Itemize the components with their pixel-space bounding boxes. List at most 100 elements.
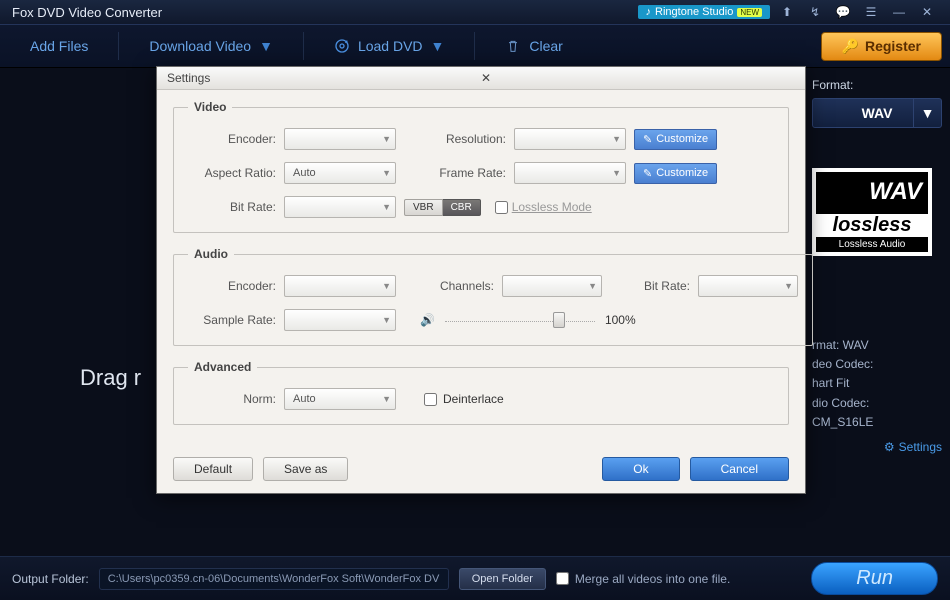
wav-card-top: WAV (816, 172, 928, 212)
norm-combo[interactable]: Auto▼ (284, 388, 396, 410)
norm-label: Norm: (188, 392, 276, 406)
output-format-value: WAV (862, 105, 893, 121)
dialog-title: Settings (167, 71, 477, 85)
separator (474, 32, 475, 60)
video-group: Video Encoder: ▼ Resolution: ▼ ✎ Customi… (173, 100, 789, 233)
disc-icon (334, 38, 350, 54)
video-encoder-label: Encoder: (188, 132, 276, 146)
audio-encoder-combo[interactable]: ▼ (284, 275, 396, 297)
channels-combo[interactable]: ▼ (502, 275, 602, 297)
sample-rate-combo[interactable]: ▼ (284, 309, 396, 331)
resolution-combo[interactable]: ▼ (514, 128, 626, 150)
ok-button[interactable]: Ok (602, 457, 679, 481)
add-files-button[interactable]: Add Files (8, 32, 110, 60)
volume-slider[interactable] (445, 318, 595, 322)
output-format-label: Format: (812, 78, 942, 92)
download-video-label: Download Video (149, 38, 251, 54)
chevron-down-icon: ▼ (382, 168, 391, 178)
output-format-select[interactable]: WAV ▼ (812, 98, 942, 128)
minimize-button[interactable]: — (888, 3, 910, 21)
settings-dialog: Settings ✕ Video Encoder: ▼ Resolution: … (156, 66, 806, 494)
lossless-mode-checkbox[interactable] (495, 201, 508, 214)
music-note-icon: ♪ (646, 6, 652, 18)
lossless-mode-label: Lossless Mode (512, 200, 592, 214)
cbr-button[interactable]: CBR (443, 199, 481, 216)
video-encoder-combo[interactable]: ▼ (284, 128, 396, 150)
deinterlace-label: Deinterlace (443, 392, 504, 406)
frame-rate-label: Frame Rate: (424, 166, 506, 180)
video-bitrate-label: Bit Rate: (188, 200, 276, 214)
menu-icon[interactable]: ☰ (860, 3, 882, 21)
customize-label: Customize (656, 167, 708, 179)
default-button[interactable]: Default (173, 457, 253, 481)
resolution-label: Resolution: (424, 132, 506, 146)
customize-label: Customize (656, 133, 708, 145)
advanced-legend: Advanced (188, 360, 257, 374)
pencil-icon: ✎ (643, 133, 652, 146)
pencil-icon: ✎ (643, 167, 652, 180)
clear-button[interactable]: Clear (483, 32, 584, 60)
audio-legend: Audio (188, 247, 234, 261)
chevron-down-icon: ▼ (612, 168, 621, 178)
codec-info: rmat: WAV deo Codec: hart Fit dio Codec:… (812, 336, 942, 432)
open-folder-button[interactable]: Open Folder (459, 568, 546, 590)
app-title: Fox DVD Video Converter (12, 5, 638, 20)
up-arrow-icon[interactable]: ⬆ (776, 3, 798, 21)
frame-rate-combo[interactable]: ▼ (514, 162, 626, 184)
output-folder-input[interactable] (99, 568, 449, 590)
settings-link-label: Settings (899, 440, 942, 454)
trash-icon (505, 38, 521, 54)
sample-rate-label: Sample Rate: (188, 313, 276, 327)
merge-checkbox-wrap[interactable]: Merge all videos into one file. (556, 572, 730, 586)
add-files-label: Add Files (30, 38, 88, 54)
chevron-down-icon: ▼ (382, 315, 391, 325)
output-folder-label: Output Folder: (12, 572, 89, 586)
chevron-down-icon: ▼ (382, 394, 391, 404)
format-preview-card: WAV lossless Lossless Audio (812, 168, 932, 256)
video-bitrate-combo[interactable]: ▼ (284, 196, 396, 218)
chevron-down-icon: ▼ (382, 202, 391, 212)
audio-bitrate-combo[interactable]: ▼ (698, 275, 798, 297)
register-button[interactable]: 🔑 Register (821, 32, 942, 61)
merge-checkbox[interactable] (556, 572, 569, 585)
drag-hint-text: Drag r (80, 365, 141, 391)
volume-value: 100% (605, 313, 636, 327)
register-label: Register (865, 38, 921, 54)
share-icon[interactable]: ↯ (804, 3, 826, 21)
slider-thumb[interactable] (553, 312, 565, 328)
video-legend: Video (188, 100, 232, 114)
download-video-button[interactable]: Download Video ▼ (127, 32, 295, 60)
channels-label: Channels: (424, 279, 494, 293)
new-badge: NEW (737, 8, 762, 17)
settings-link[interactable]: ⚙ Settings (812, 440, 942, 454)
merge-label: Merge all videos into one file. (575, 572, 730, 586)
run-button[interactable]: Run (811, 562, 938, 595)
ringtone-studio-button[interactable]: ♪ Ringtone Studio NEW (638, 5, 770, 19)
vbr-button[interactable]: VBR (404, 199, 443, 216)
chevron-down-icon: ▼ (913, 99, 941, 127)
cancel-button[interactable]: Cancel (690, 457, 789, 481)
save-as-button[interactable]: Save as (263, 457, 348, 481)
key-icon: 🔑 (842, 38, 859, 55)
deinterlace-wrap[interactable]: Deinterlace (424, 392, 504, 406)
close-button[interactable]: ✕ (916, 3, 938, 21)
chevron-down-icon: ▼ (382, 281, 391, 291)
dialog-close-button[interactable]: ✕ (477, 71, 795, 85)
chevron-down-icon: ▼ (588, 281, 597, 291)
lossless-mode-wrap[interactable]: Lossless Mode (495, 200, 592, 214)
audio-group: Audio Encoder: ▼ Channels: ▼ Bit Rate: ▼… (173, 247, 813, 346)
chevron-down-icon: ▼ (382, 134, 391, 144)
separator (303, 32, 304, 60)
chevron-down-icon: ▼ (784, 281, 793, 291)
load-dvd-label: Load DVD (358, 38, 423, 54)
wav-card-sub: Lossless Audio (816, 237, 928, 252)
load-dvd-button[interactable]: Load DVD ▼ (312, 32, 466, 60)
separator (118, 32, 119, 60)
frame-rate-customize-button[interactable]: ✎ Customize (634, 163, 717, 184)
feedback-icon[interactable]: 💬 (832, 3, 854, 21)
deinterlace-checkbox[interactable] (424, 393, 437, 406)
resolution-customize-button[interactable]: ✎ Customize (634, 129, 717, 150)
audio-bitrate-label: Bit Rate: (630, 279, 690, 293)
aspect-ratio-combo[interactable]: Auto▼ (284, 162, 396, 184)
speaker-icon: 🔊 (420, 313, 435, 327)
